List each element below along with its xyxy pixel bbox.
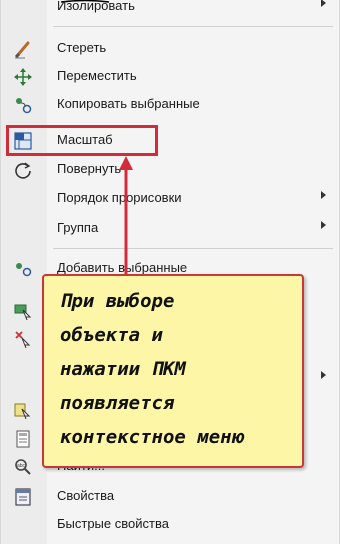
callout-line: появляется xyxy=(60,392,175,414)
callout-line: нажатии ПКМ xyxy=(60,358,186,380)
annotation-callout: При выборе объекта и нажатии ПКМ появляе… xyxy=(42,274,304,468)
callout-line: При выборе xyxy=(60,290,175,312)
callout-line: контекстное меню xyxy=(60,426,244,448)
callout-line: объекта и xyxy=(60,324,163,346)
